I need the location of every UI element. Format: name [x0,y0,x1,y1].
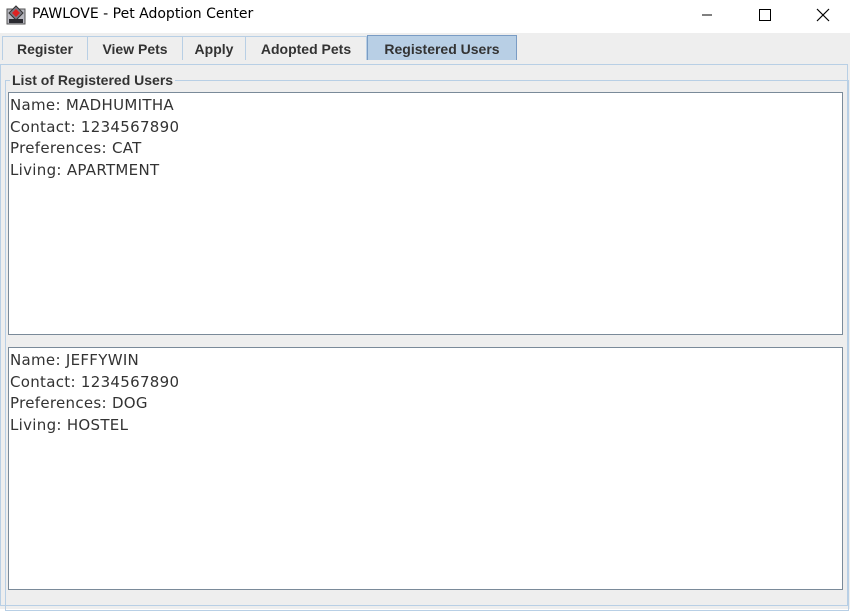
tab-register[interactable]: Register [2,36,88,60]
content-panel: List of Registered Users Name: MADHUMITH… [0,64,849,611]
tab-strip: Register View Pets Apply Adopted Pets Re… [0,33,850,62]
user-preferences: Preferences: DOG [10,394,148,412]
title-bar: PAWLOVE - Pet Adoption Center [0,0,850,32]
minimize-icon [701,9,713,21]
user-text-area[interactable]: Name: JEFFYWIN Contact: 1234567890 Prefe… [8,347,843,590]
maximize-icon [759,9,771,21]
close-icon [816,8,830,22]
user-living: Living: HOSTEL [10,415,129,434]
tab-content: List of Registered Users Name: MADHUMITH… [0,60,850,611]
user-contact: Contact: 1234567890 [10,372,180,391]
tab-view-pets[interactable]: View Pets [87,36,183,60]
group-title: List of Registered Users [10,72,176,88]
tab-registered-users[interactable]: Registered Users [367,35,517,62]
user-preferences: Preferences: CAT [10,139,142,157]
user-contact: Contact: 1234567890 [10,117,180,136]
user-text-area[interactable]: Name: MADHUMITHA Contact: 1234567890 Pre… [8,92,843,335]
window-title: PAWLOVE - Pet Adoption Center [32,6,254,22]
user-name: Name: JEFFYWIN [10,351,140,369]
minimize-button[interactable] [678,0,736,30]
maximize-button[interactable] [736,0,794,30]
tab-adopted-pets[interactable]: Adopted Pets [245,36,367,60]
user-name: Name: MADHUMITHA [10,96,174,114]
app-logo-icon [6,5,26,25]
close-button[interactable] [794,0,850,30]
tab-apply[interactable]: Apply [182,36,246,60]
user-living: Living: APARTMENT [10,160,160,179]
